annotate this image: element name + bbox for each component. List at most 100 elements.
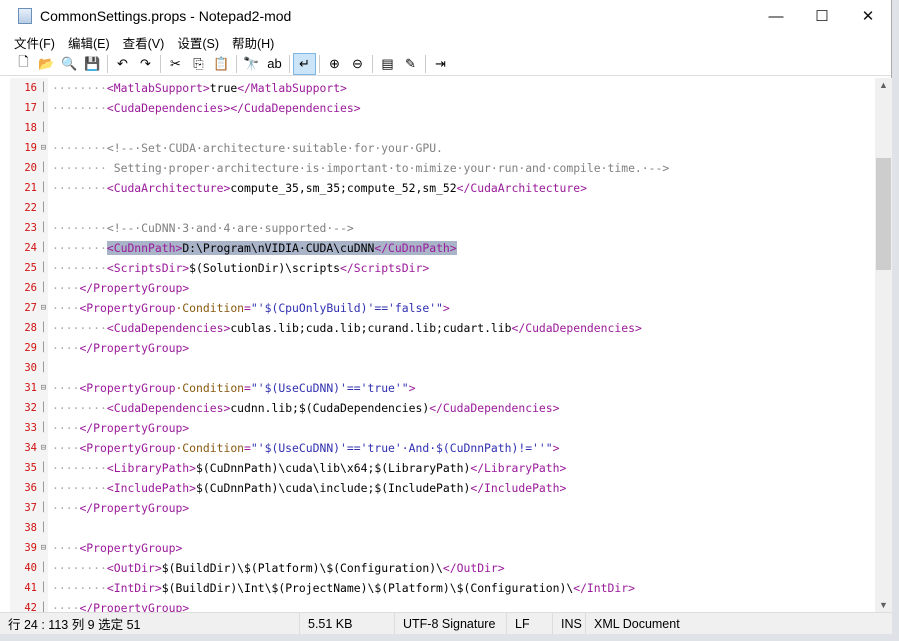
- fold-line: │: [40, 583, 47, 593]
- status-encoding[interactable]: UTF-8 Signature: [395, 613, 507, 634]
- save-button[interactable]: 💾: [81, 53, 104, 75]
- menu-file[interactable]: 文件(F): [14, 33, 55, 52]
- menu-view[interactable]: 查看(V): [123, 33, 165, 52]
- new-file-icon: 🗋: [18, 53, 29, 69]
- code-line[interactable]: 38 │: [10, 518, 875, 538]
- line-number: 26: [24, 282, 37, 294]
- replace-button[interactable]: ab: [263, 53, 286, 75]
- xml-tag: <ScriptsDir>: [106, 261, 190, 275]
- zoom-out-icon: ⊖: [352, 55, 363, 71]
- maximize-button[interactable]: ☐: [799, 0, 845, 32]
- indent-guide: ····: [52, 421, 80, 435]
- code-line[interactable]: 29 │ ····</PropertyGroup>: [10, 338, 875, 358]
- status-position: 行 24 : 113 列 9 选定 51: [0, 613, 300, 634]
- code-line[interactable]: 24 │ ········<CuDnnPath>D:\Program\nVIDIA·…: [10, 238, 875, 258]
- code-line[interactable]: 26 │ ····</PropertyGroup>: [10, 278, 875, 298]
- browse-icon: 🔍: [61, 55, 78, 71]
- undo-button[interactable]: ↶: [111, 53, 134, 75]
- close-button[interactable]: ✕: [845, 0, 891, 32]
- status-eol[interactable]: LF: [507, 613, 553, 634]
- code-line[interactable]: 20 │ ········ Setting·proper·architecture·…: [10, 158, 875, 178]
- find-button[interactable]: 🔭: [240, 53, 263, 75]
- code-line[interactable]: 22 │: [10, 198, 875, 218]
- code-line[interactable]: 34 ⊟ ····<PropertyGroup·Condition="'$(UseC…: [10, 438, 875, 458]
- zoom-in-button[interactable]: ⊕: [323, 53, 346, 75]
- status-lexer[interactable]: XML Document: [586, 613, 688, 634]
- code-line[interactable]: 17 │ ········<CudaDependencies></CudaDepen…: [10, 98, 875, 118]
- fold-toggle-icon[interactable]: ⊟: [39, 538, 48, 558]
- scheme-button[interactable]: ▤: [376, 53, 399, 75]
- fold-toggle-icon[interactable]: ⊟: [39, 378, 48, 398]
- scrollbar-thumb[interactable]: [876, 158, 891, 270]
- line-number: 34: [24, 442, 37, 454]
- code-line[interactable]: 31 ⊟ ····<PropertyGroup·Condition="'$(UseC…: [10, 378, 875, 398]
- indent-guide: ····: [52, 501, 80, 515]
- attribute-name: ·Condition: [175, 381, 245, 395]
- line-text: ········<CudaDependencies>cudnn.lib;$(Cu…: [52, 398, 560, 418]
- toolbar-separator: [160, 54, 161, 73]
- copy-button[interactable]: ⎘: [187, 53, 210, 75]
- xml-tag: <CudaDependencies>: [106, 321, 231, 335]
- code-line[interactable]: 39 ⊟ ····<PropertyGroup>: [10, 538, 875, 558]
- indent-guide: ········: [52, 561, 107, 575]
- xml-tag: <IncludePath>: [106, 481, 197, 495]
- line-number: 40: [24, 562, 37, 574]
- menu-edit[interactable]: 编辑(E): [68, 33, 110, 52]
- code-line[interactable]: 25 │ ········<ScriptsDir>$(SolutionDir)\sc…: [10, 258, 875, 278]
- code-line[interactable]: 37 │ ····</PropertyGroup>: [10, 498, 875, 518]
- status-mode[interactable]: INS: [553, 613, 586, 634]
- open-folder-button[interactable]: 📂: [35, 53, 58, 75]
- replace-icon: ab: [267, 56, 282, 71]
- code-line[interactable]: 41 │ ········<IntDir>$(BuildDir)\Int\$(Pro…: [10, 578, 875, 598]
- toolbar: 🗋 📂 🔍 💾 ↶ ↷ ✂ ⎘ 📋 🔭 ab ↵ ⊕ ⊖ ▤ ✎ ⇥: [0, 52, 891, 76]
- code-line[interactable]: 40 │ ········<OutDir>$(BuildDir)\$(Platfor…: [10, 558, 875, 578]
- code-line[interactable]: 32 │ ········<CudaDependencies>cudnn.lib;$…: [10, 398, 875, 418]
- browse-button[interactable]: 🔍: [58, 53, 81, 75]
- line-number: 20: [24, 162, 37, 174]
- status-size: 5.51 KB: [300, 613, 395, 634]
- copy-icon: ⎘: [193, 55, 204, 71]
- xml-tag: </CudaDependencies>: [511, 321, 642, 335]
- code-line[interactable]: 35 │ ········<LibraryPath>$(CuDnnPath)\cud…: [10, 458, 875, 478]
- menu-settings[interactable]: 设置(S): [177, 33, 219, 52]
- attribute-value: "'$(CpuOnlyBuild)'=='false'": [250, 301, 443, 315]
- fold-line: │: [40, 203, 47, 213]
- redo-button[interactable]: ↷: [134, 53, 157, 75]
- xml-tag: <OutDir>: [106, 561, 162, 575]
- code-line[interactable]: 23 │ ········<!--·CuDNN·3·and·4·are·suppor…: [10, 218, 875, 238]
- fold-toggle-icon[interactable]: ⊟: [39, 138, 48, 158]
- code-line[interactable]: 33 │ ····</PropertyGroup>: [10, 418, 875, 438]
- line-number: 17: [24, 102, 37, 114]
- scroll-up-icon[interactable]: ▲: [875, 80, 892, 90]
- scroll-down-icon[interactable]: ▼: [875, 600, 892, 610]
- title-bar: CommonSettings.props - Notepad2-mod — ☐ …: [0, 0, 891, 32]
- xml-tag: <CudaDependencies>: [106, 401, 231, 415]
- code-line[interactable]: 36 │ ········<IncludePath>$(CuDnnPath)\cud…: [10, 478, 875, 498]
- code-line[interactable]: 16 │ ········<MatlabSupport>true</MatlabSu…: [10, 78, 875, 98]
- text-content: true: [209, 81, 238, 95]
- code-line[interactable]: 19 ⊟ ········<!--·Set·CUDA·architecture·su…: [10, 138, 875, 158]
- line-text: ········<IntDir>$(BuildDir)\Int\$(Projec…: [52, 578, 635, 598]
- zoom-out-button[interactable]: ⊖: [346, 53, 369, 75]
- cut-button[interactable]: ✂: [164, 53, 187, 75]
- code-line[interactable]: 27 ⊟ ····<PropertyGroup·Condition="'$(CpuO…: [10, 298, 875, 318]
- code-editor[interactable]: 16 │ ········<MatlabSupport>true</MatlabSu…: [10, 78, 875, 612]
- customize-scheme-button[interactable]: ✎: [399, 53, 422, 75]
- fold-toggle-icon[interactable]: ⊟: [39, 298, 48, 318]
- code-line[interactable]: 30 │: [10, 358, 875, 378]
- indent-guide: ········: [52, 261, 107, 275]
- new-file-button[interactable]: 🗋: [12, 53, 35, 75]
- indent-guide: ····: [52, 601, 80, 612]
- code-line[interactable]: 18 │: [10, 118, 875, 138]
- code-line[interactable]: 28 │ ········<CudaDependencies>cublas.lib;…: [10, 318, 875, 338]
- menu-help[interactable]: 帮助(H): [232, 33, 274, 52]
- xml-tag: </LibraryPath>: [470, 461, 567, 475]
- fold-toggle-icon[interactable]: ⊟: [39, 438, 48, 458]
- paste-button[interactable]: 📋: [210, 53, 233, 75]
- vertical-scrollbar[interactable]: ▲ ▼: [875, 78, 892, 612]
- code-line[interactable]: 21 │ ········<CudaArchitecture>compute_35,…: [10, 178, 875, 198]
- minimize-button[interactable]: —: [753, 0, 799, 32]
- code-line[interactable]: 42 │ ····</PropertyGroup>: [10, 598, 875, 612]
- exit-button[interactable]: ⇥: [429, 53, 452, 75]
- word-wrap-button[interactable]: ↵: [293, 52, 316, 75]
